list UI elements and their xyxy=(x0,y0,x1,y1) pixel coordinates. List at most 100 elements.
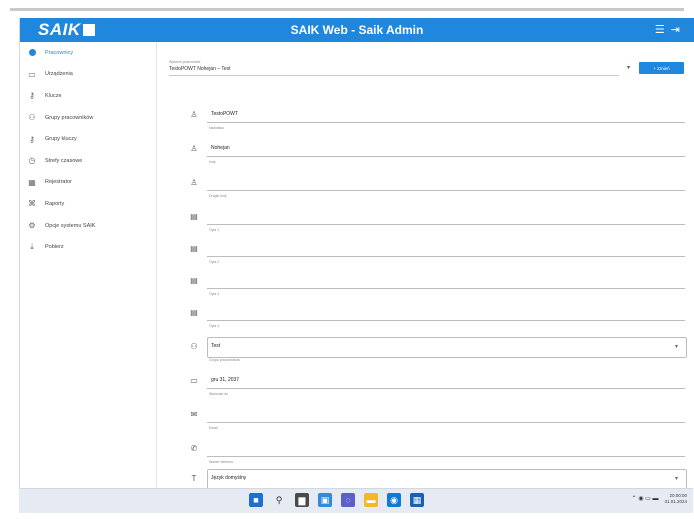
language-icon: T xyxy=(191,474,197,483)
employee-select-label: Wybierz pracownika xyxy=(169,60,201,64)
settings-icon: ⚙ xyxy=(28,221,36,231)
change-employee-button[interactable]: + Zmień xyxy=(639,62,684,74)
phone-icon: ✆ xyxy=(190,444,198,453)
field-underline xyxy=(207,388,685,389)
search-icon[interactable]: ⚲ xyxy=(272,493,286,507)
sidebar-item-label: Pracownicy xyxy=(45,49,74,56)
divider xyxy=(10,8,684,11)
field-drugie-imie: ♙ Drugie imię xyxy=(169,172,691,206)
main-content: Wybierz pracownika TestoPOWT Nohejan – T… xyxy=(157,42,694,494)
chevron-down-icon[interactable]: ▾ xyxy=(627,64,630,71)
sidebar-item-label: Urządzenia xyxy=(45,71,73,78)
app-title: SAIK Web - Saik Admin xyxy=(290,23,424,37)
sidebar-item-label: Raporty xyxy=(45,200,65,207)
document-icon: ▤ xyxy=(190,212,198,221)
sidebar: Pracownicy ▭ Urządzenia ⚷ Klucze ⚇ Grupy… xyxy=(20,42,157,488)
group-icon: ⚇ xyxy=(190,342,198,351)
field-underline xyxy=(207,122,685,123)
calendar-icon: ▭ xyxy=(190,376,198,385)
sidebar-item-grupy-pracownikow[interactable]: ⚇ Grupy pracowników xyxy=(20,107,156,129)
sidebar-item-strefy-czasowe[interactable]: ◷ Strefy czasowe xyxy=(20,150,156,172)
sidebar-item-grupy-kluczy[interactable]: ⚷ Grupy kluczy xyxy=(20,128,156,150)
person-icon: ♙ xyxy=(190,110,198,119)
field-underline xyxy=(207,156,685,157)
document-icon: ▤ xyxy=(190,308,198,317)
employee-select-underline xyxy=(169,75,619,76)
field-numer-telefonu: ✆ Numer telefonu xyxy=(169,438,691,472)
sidebar-item-pracownicy[interactable]: Pracownicy xyxy=(20,42,156,64)
chart-icon: ⌘ xyxy=(28,199,36,209)
field-underline xyxy=(207,190,685,191)
widgets-icon[interactable]: ▣ xyxy=(318,493,332,507)
sidebar-item-label: Pobierz xyxy=(45,244,64,251)
field-nazwisko: ♙ TestoPOWT Nazwisko xyxy=(169,104,691,138)
sidebar-item-label: Grupy pracowników xyxy=(45,114,94,121)
field-label: Ważność do xyxy=(209,392,229,396)
sidebar-item-label: Klucze xyxy=(45,92,62,99)
logout-icon[interactable]: ⇥ xyxy=(671,23,680,36)
field-opis-4: ▤ Opis 4 xyxy=(169,302,691,336)
person-icon: ♙ xyxy=(190,178,198,187)
key-icon: ⚷ xyxy=(29,91,35,101)
field-imie: ♙ Nohejan Imię xyxy=(169,138,691,172)
field-value[interactable]: Test xyxy=(211,343,220,349)
field-label: Nazwisko xyxy=(209,126,224,130)
device-icon: ▭ xyxy=(28,69,36,79)
download-icon: ⤓ xyxy=(30,242,34,252)
browser-top-strip xyxy=(0,0,694,16)
group-select[interactable]: ▾ xyxy=(207,337,687,358)
clock-date: 31.01.2024 xyxy=(664,498,687,504)
sidebar-item-pobierz[interactable]: ⤓ Pobierz xyxy=(20,236,156,258)
menu-icon[interactable]: ☰ xyxy=(655,23,665,36)
clock-icon: ◷ xyxy=(28,156,36,166)
field-grupa-pracownikow: ⚇ ▾ Test Grupa pracowników xyxy=(169,336,691,370)
system-tray: ⌃ ◉ ▭ ▬ 20:00:00 31.01.2024 xyxy=(632,493,687,504)
field-underline xyxy=(207,422,685,423)
person-dot-icon xyxy=(27,48,37,58)
sidebar-item-label: Opcje systemu SAIK xyxy=(45,222,96,229)
sidebar-item-raporty[interactable]: ⌘ Raporty xyxy=(20,193,156,215)
file-explorer-icon[interactable]: ▬ xyxy=(364,493,378,507)
sidebar-item-klucze[interactable]: ⚷ Klucze xyxy=(20,85,156,107)
taskbar-apps: ■ ⚲ ▆ ▣ ◌ ▬ ◉ ▦ xyxy=(249,493,424,507)
os-taskbar: ■ ⚲ ▆ ▣ ◌ ▬ ◉ ▦ ⌃ ◉ ▭ ▬ 20:00:00 31.01.2… xyxy=(19,488,693,513)
field-label: Imię xyxy=(209,160,216,164)
field-value[interactable]: TestoPOWT xyxy=(211,111,238,117)
field-waznosc-do: ▭ gru 31, 2037 Ważność do xyxy=(169,370,691,404)
sidebar-item-opcje-systemu[interactable]: ⚙ Opcje systemu SAIK xyxy=(20,215,156,237)
key-group-icon: ⚷ xyxy=(29,134,35,144)
store-icon[interactable]: ▦ xyxy=(410,493,424,507)
field-opis-1: ▤ Opis 1 xyxy=(169,206,691,240)
app-bar: SAIK SAIK Web - Saik Admin ☰ ⇥ xyxy=(20,18,694,42)
field-value[interactable]: Nohejan xyxy=(211,145,230,151)
sidebar-item-urzadzenia[interactable]: ▭ Urządzenia xyxy=(20,64,156,86)
clock[interactable]: 20:00:00 31.01.2024 xyxy=(664,493,687,504)
language-select[interactable]: ▾ xyxy=(207,469,687,490)
field-label: Opis 3 xyxy=(209,292,220,296)
chevron-down-icon[interactable]: ▾ xyxy=(675,475,678,482)
windows-start-icon[interactable]: ■ xyxy=(249,493,263,507)
field-label: Grupa pracowników xyxy=(209,358,240,362)
field-value[interactable]: gru 31, 2037 xyxy=(211,377,239,383)
field-opis-3: ▤ Opis 3 xyxy=(169,270,691,304)
document-icon: ▤ xyxy=(190,276,198,285)
chat-icon[interactable]: ◌ xyxy=(341,493,355,507)
field-opis-2: ▤ Opis 2 xyxy=(169,238,691,272)
group-icon: ⚇ xyxy=(28,113,36,123)
field-underline xyxy=(207,456,685,457)
sidebar-item-rejestrator[interactable]: ▦ Rejestrator xyxy=(20,172,156,194)
edge-icon[interactable]: ◉ xyxy=(387,493,401,507)
field-label: Opis 4 xyxy=(209,324,220,328)
app-window: SAIK SAIK Web - Saik Admin ☰ ⇥ Pracownic… xyxy=(19,18,694,494)
chevron-down-icon[interactable]: ▾ xyxy=(675,343,678,350)
field-value[interactable]: Język domyślny xyxy=(211,475,246,481)
tray-icons[interactable]: ⌃ ◉ ▭ ▬ xyxy=(632,495,659,502)
field-underline xyxy=(207,320,685,321)
employee-select[interactable]: TestoPOWT Nohejan – Test xyxy=(169,66,231,72)
task-view-icon[interactable]: ▆ xyxy=(295,493,309,507)
field-label: Email xyxy=(209,426,218,430)
sidebar-item-label: Grupy kluczy xyxy=(45,136,77,143)
grid-icon: ▦ xyxy=(28,177,36,187)
field-underline xyxy=(207,288,685,289)
field-email: ✉ Email xyxy=(169,404,691,438)
